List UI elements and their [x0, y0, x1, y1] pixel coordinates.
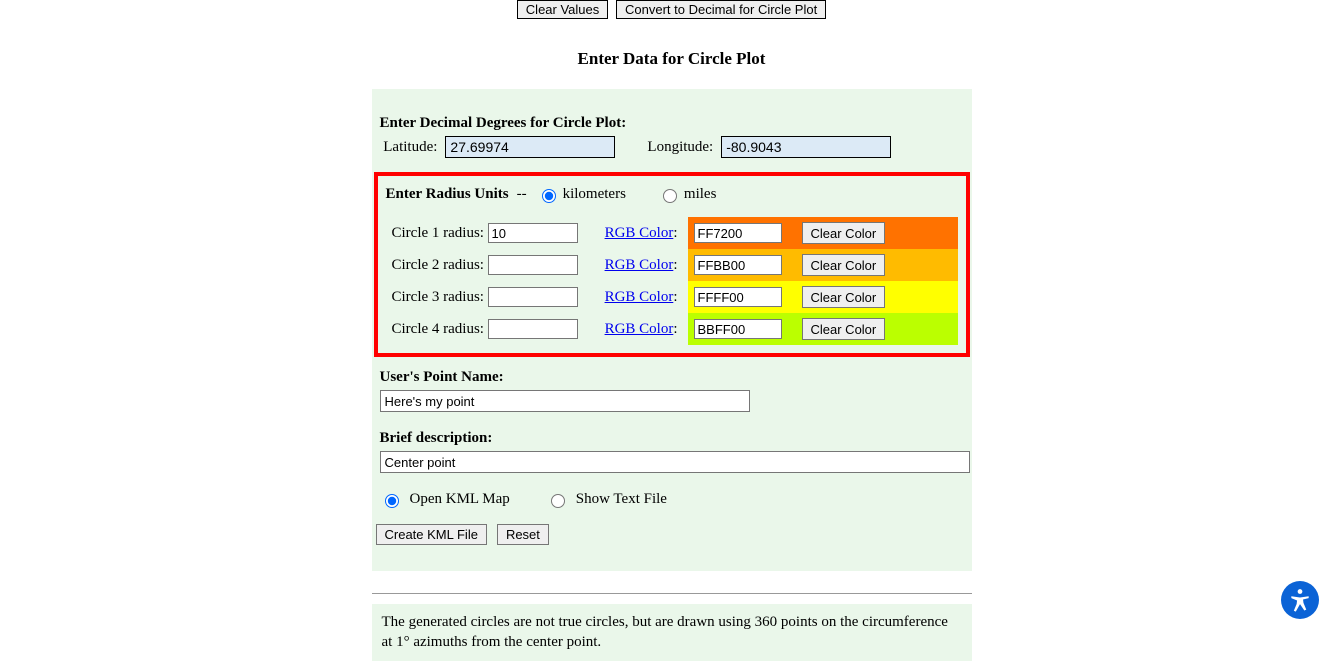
reset-button[interactable]: Reset — [497, 524, 549, 545]
circle-row-4: Circle 4 radius:RGB Color:Clear Color — [386, 313, 958, 345]
circle-3-rgb-link[interactable]: RGB Color — [605, 289, 674, 305]
latitude-input[interactable] — [445, 136, 615, 158]
circle-4-rgb-link[interactable]: RGB Color — [605, 321, 674, 337]
circle-4-label: Circle 4 radius: — [386, 321, 488, 338]
description-title: Brief description: — [380, 430, 964, 447]
circle-2-color-input[interactable] — [694, 255, 782, 275]
circle-1-radius-input[interactable] — [488, 223, 578, 243]
show-text-radio[interactable] — [551, 494, 565, 508]
miles-label: miles — [684, 186, 717, 203]
radius-units-title: Enter Radius Units — [386, 186, 509, 203]
point-name-input[interactable] — [380, 390, 750, 412]
kilometers-option[interactable]: kilometers — [537, 186, 626, 203]
circle-3-color-input[interactable] — [694, 287, 782, 307]
circle-3-color-swatch: Clear Color — [688, 281, 958, 313]
radius-units-dashes: -- — [517, 186, 527, 203]
latitude-label: Latitude: — [380, 139, 438, 156]
point-name-title: User's Point Name: — [380, 369, 964, 386]
circle-2-label: Circle 2 radius: — [386, 257, 488, 274]
circle-2-clear-color-button[interactable]: Clear Color — [802, 254, 886, 276]
circle-2-color-swatch: Clear Color — [688, 249, 958, 281]
circle-plot-panel: Enter Decimal Degrees for Circle Plot: L… — [372, 89, 972, 571]
circle-2-radius-input[interactable] — [488, 255, 578, 275]
circle-4-color-swatch: Clear Color — [688, 313, 958, 345]
circle-3-clear-color-button[interactable]: Clear Color — [802, 286, 886, 308]
longitude-input[interactable] — [721, 136, 891, 158]
note-text: The generated circles are not true circl… — [372, 604, 972, 661]
create-kml-button[interactable]: Create KML File — [376, 524, 487, 545]
miles-option[interactable]: miles — [658, 186, 717, 203]
circle-2-rgb-link[interactable]: RGB Color — [605, 257, 674, 273]
open-kml-radio[interactable] — [385, 494, 399, 508]
show-text-label: Show Text File — [576, 491, 667, 508]
circle-row-3: Circle 3 radius:RGB Color:Clear Color — [386, 281, 958, 313]
circle-row-2: Circle 2 radius:RGB Color:Clear Color — [386, 249, 958, 281]
open-kml-label: Open KML Map — [410, 491, 510, 508]
circle-1-label: Circle 1 radius: — [386, 225, 488, 242]
clear-values-button[interactable]: Clear Values — [517, 0, 608, 19]
circle-4-color-input[interactable] — [694, 319, 782, 339]
description-input[interactable] — [380, 451, 970, 473]
show-text-option[interactable]: Show Text File — [546, 491, 667, 508]
circle-1-clear-color-button[interactable]: Clear Color — [802, 222, 886, 244]
circle-4-clear-color-button[interactable]: Clear Color — [802, 318, 886, 340]
circle-3-label: Circle 3 radius: — [386, 289, 488, 306]
accessibility-icon[interactable] — [1281, 581, 1319, 619]
kilometers-radio[interactable] — [542, 189, 556, 203]
miles-radio[interactable] — [663, 189, 677, 203]
page-title: Enter Data for Circle Plot — [0, 49, 1343, 69]
kilometers-label: kilometers — [563, 186, 626, 203]
decimal-degrees-title: Enter Decimal Degrees for Circle Plot: — [380, 115, 964, 132]
circle-3-radius-input[interactable] — [488, 287, 578, 307]
radius-highlight-block: Enter Radius Units -- kilometers miles C… — [374, 172, 970, 357]
circle-4-radius-input[interactable] — [488, 319, 578, 339]
circle-row-1: Circle 1 radius:RGB Color:Clear Color — [386, 217, 958, 249]
convert-decimal-button[interactable]: Convert to Decimal for Circle Plot — [616, 0, 826, 19]
circle-1-color-swatch: Clear Color — [688, 217, 958, 249]
open-kml-option[interactable]: Open KML Map — [380, 491, 510, 508]
circle-1-rgb-link[interactable]: RGB Color — [605, 225, 674, 241]
longitude-label: Longitude: — [647, 139, 713, 156]
circle-1-color-input[interactable] — [694, 223, 782, 243]
divider — [372, 593, 972, 594]
